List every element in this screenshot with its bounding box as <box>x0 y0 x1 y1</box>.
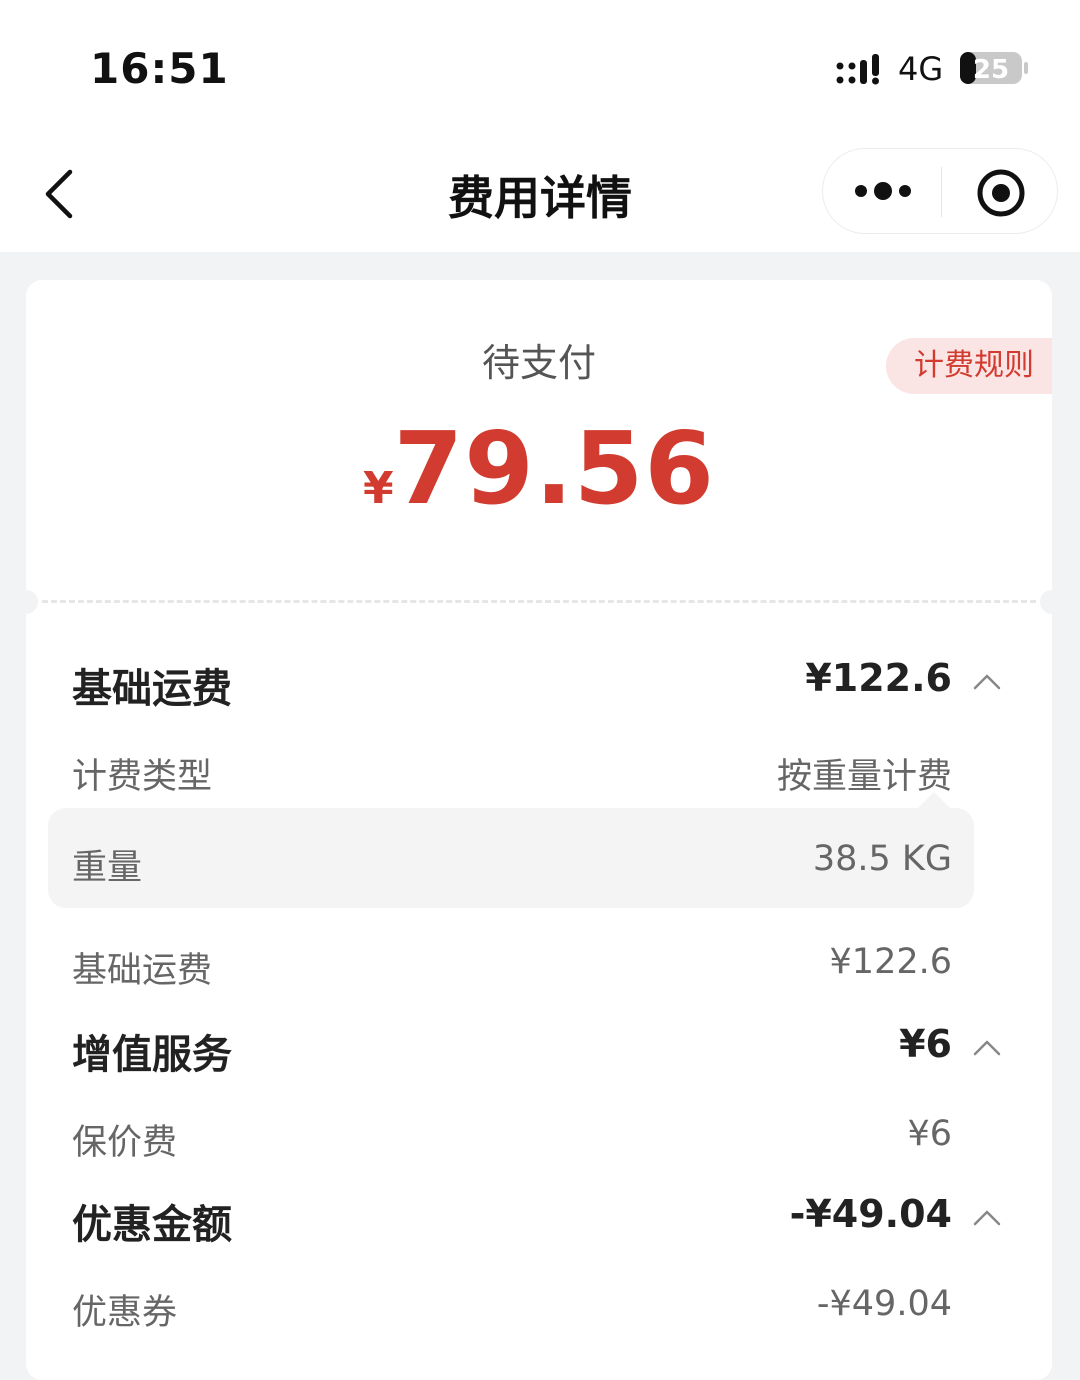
item-label: 计费类型 <box>72 757 213 797</box>
list-item: 计费类型 按重量计费 <box>26 748 1052 797</box>
billing-rules-button[interactable]: 计费规则 <box>886 338 1052 394</box>
fee-detail-card: 待支付 ¥79.56 计费规则 基础运费 ¥122.6 计费类型 按重量计费 重… <box>26 280 1052 1380</box>
mini-program-capsule <box>822 148 1058 234</box>
currency-symbol: ¥ <box>363 463 394 514</box>
nav-bar: 费用详情 <box>0 140 1080 252</box>
network-type: 4G <box>898 50 944 88</box>
close-miniprogram-icon[interactable] <box>975 167 1027 219</box>
chevron-up-icon[interactable] <box>972 1208 1002 1228</box>
item-label: 重量 <box>72 848 143 888</box>
amount-value: 79.56 <box>393 410 715 527</box>
item-label: 保价费 <box>72 1123 178 1163</box>
battery-icon: 25 <box>960 52 1028 85</box>
signal-icon <box>836 54 879 85</box>
list-item: 优惠券 -¥49.04 <box>26 1284 1052 1333</box>
ticket-notch-right <box>1040 590 1052 614</box>
item-value: ¥6 <box>907 1114 952 1154</box>
status-bar: 16:51 4G 25 <box>0 0 1080 140</box>
status-time: 16:51 <box>90 44 229 93</box>
more-icon[interactable] <box>849 169 919 213</box>
item-value: ¥122.6 <box>829 942 952 982</box>
list-item: 基础运费 ¥122.6 <box>26 942 1052 991</box>
section-amount: -¥49.04 <box>789 1192 952 1236</box>
ticket-notch-left <box>26 590 38 614</box>
item-label: 基础运费 <box>72 951 213 991</box>
section-title: 基础运费 <box>72 666 232 712</box>
item-value: -¥49.04 <box>816 1284 952 1324</box>
section-amount: ¥122.6 <box>805 656 952 700</box>
list-item: 保价费 ¥6 <box>26 1114 1052 1163</box>
dashed-divider <box>42 600 1036 603</box>
total-amount: ¥79.56 <box>26 410 1052 527</box>
chevron-up-icon[interactable] <box>972 1038 1002 1058</box>
capsule-divider <box>941 167 942 217</box>
list-item: 重量 38.5 KG <box>26 839 1052 888</box>
item-label: 优惠券 <box>72 1293 178 1333</box>
section-title: 优惠金额 <box>72 1202 232 1248</box>
chevron-up-icon[interactable] <box>972 672 1002 692</box>
section-basic-freight[interactable]: 基础运费 ¥122.6 <box>26 656 1052 712</box>
section-amount: ¥6 <box>899 1022 952 1066</box>
section-discount[interactable]: 优惠金额 -¥49.04 <box>26 1192 1052 1248</box>
item-value: 38.5 KG <box>812 839 952 879</box>
section-title: 增值服务 <box>72 1032 232 1078</box>
section-value-added[interactable]: 增值服务 ¥6 <box>26 1022 1052 1078</box>
battery-level: 25 <box>973 55 1009 85</box>
